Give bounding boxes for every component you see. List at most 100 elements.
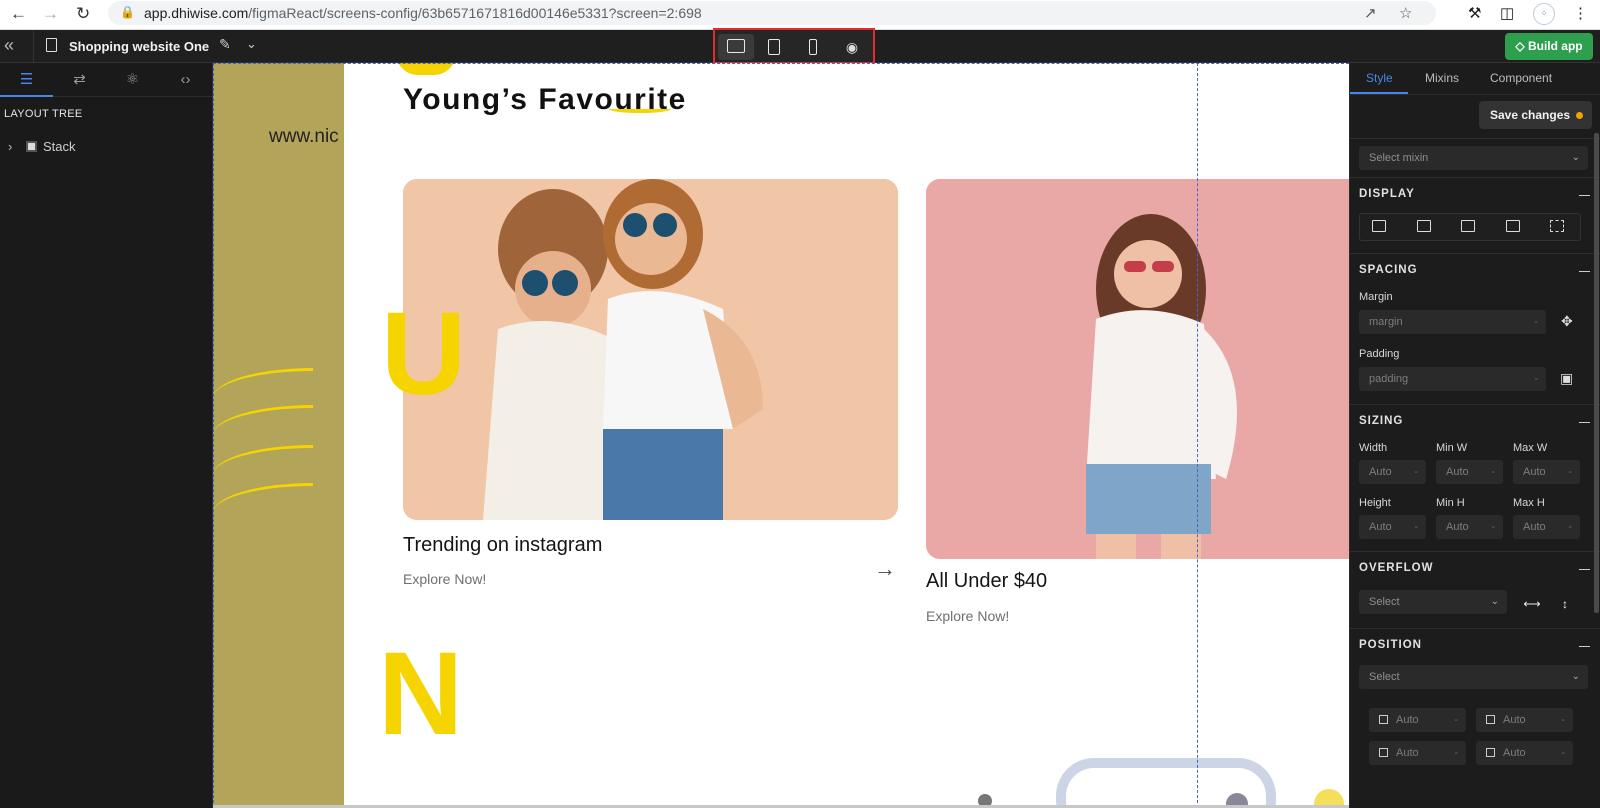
display-none-icon[interactable] (1550, 220, 1564, 232)
width-label: Width (1359, 442, 1388, 454)
back-icon[interactable]: ← (10, 4, 27, 24)
display-grid-icon[interactable] (1461, 220, 1475, 232)
overflow-y-icon[interactable]: ↕ (1550, 593, 1580, 615)
height-input[interactable]: Auto - (1359, 515, 1426, 539)
top-edge-icon (1379, 715, 1388, 724)
left-panel-tabs: ☰ ⇄ ⚛ ‹› (0, 63, 212, 97)
display-heading: DISPLAY (1359, 188, 1415, 200)
vertical-scrollbar[interactable] (1594, 133, 1599, 613)
extensions-icon[interactable]: ⚒ (1468, 4, 1481, 22)
chevron-right-icon[interactable]: › (8, 139, 18, 154)
display-inline-icon[interactable] (1506, 220, 1520, 232)
bookmark-star-icon[interactable]: ☆ (1399, 4, 1412, 22)
max-height-input[interactable]: Auto - (1513, 515, 1580, 539)
mixin-select[interactable]: Select mixin ⌄ (1359, 146, 1588, 170)
display-block-icon[interactable] (1372, 220, 1386, 232)
min-width-input[interactable]: Auto - (1436, 460, 1503, 484)
collapse-icon[interactable] (1579, 271, 1590, 272)
arrow-right-icon[interactable]: → (874, 556, 896, 582)
explore-link[interactable]: Explore Now! (403, 571, 486, 587)
build-app-button[interactable]: ◇ Build app (1505, 33, 1593, 60)
max-height-label: Max H (1513, 497, 1545, 509)
right-edge-icon (1486, 715, 1495, 724)
collapse-icon[interactable] (1579, 646, 1590, 647)
overflow-heading: OVERFLOW (1359, 562, 1434, 574)
layers-tree-icon: ☰ (19, 71, 34, 88)
divider (1350, 177, 1600, 178)
device-switcher: ◉ (713, 28, 875, 64)
browser-menu-icon[interactable]: ⋮ (1573, 4, 1588, 22)
olive-side-panel (213, 63, 344, 808)
tab-layout-tree[interactable]: ☰ (0, 63, 53, 97)
card-image-instagram[interactable] (403, 179, 898, 520)
tree-node-label: Stack (43, 139, 76, 154)
sizing-heading: SIZING (1359, 415, 1404, 427)
browser-toolbar: ← → ↻ 🔒 app.dhiwise.com/figmaReact/scree… (0, 0, 1600, 30)
desktop-view-button[interactable] (718, 34, 754, 60)
mobile-view-button[interactable] (795, 34, 831, 60)
tab-mixins[interactable]: Mixins (1425, 71, 1459, 85)
tab-react[interactable]: ⚛ (106, 63, 159, 97)
design-canvas[interactable]: www.nic Young’s Favourite Trending on in… (213, 63, 1349, 808)
width-input[interactable]: Auto - (1359, 460, 1426, 484)
woman-photo (926, 179, 1349, 559)
lock-icon: 🔒 (120, 5, 135, 19)
overflow-x-icon[interactable]: ⟷ (1517, 593, 1547, 615)
tab-sync[interactable]: ⇄ (53, 63, 106, 97)
min-height-input[interactable]: Auto - (1436, 515, 1503, 539)
max-width-label: Max W (1513, 442, 1548, 454)
tablet-view-button[interactable] (756, 34, 792, 60)
divider (1350, 551, 1600, 552)
decorative-letter: U (381, 288, 467, 420)
margin-input[interactable]: margin - (1359, 310, 1546, 334)
profile-avatar[interactable]: ○ (1533, 3, 1555, 25)
sidepanel-icon[interactable]: ◫ (1500, 4, 1514, 22)
min-width-label: Min W (1436, 442, 1468, 454)
forward-icon[interactable]: → (42, 4, 59, 24)
bottom-position-input[interactable]: Auto - (1369, 741, 1466, 765)
padding-input[interactable]: padding - (1359, 367, 1546, 391)
tab-style[interactable]: Style (1366, 71, 1393, 85)
style-panel-tabs: Style Mixins Component (1350, 63, 1600, 95)
selection-guide (1197, 63, 1198, 808)
collapse-sidebar-icon[interactable]: « (4, 35, 14, 56)
position-select[interactable]: Select ⌄ (1359, 665, 1588, 689)
divider (1350, 628, 1600, 629)
collapse-icon[interactable] (1579, 569, 1590, 570)
layout-tree-heading: LAYOUT TREE (4, 108, 83, 120)
move-icon[interactable]: ✥ (1561, 313, 1573, 330)
margin-label: Margin (1359, 291, 1393, 303)
style-panel: Style Mixins Component Save changes Sele… (1349, 63, 1600, 808)
left-sidebar: ☰ ⇄ ⚛ ‹› LAYOUT TREE › Stack (0, 63, 213, 808)
address-bar[interactable]: 🔒 app.dhiwise.com/figmaReact/screens-con… (108, 1, 1436, 25)
collapse-icon[interactable] (1579, 195, 1590, 196)
tab-code[interactable]: ‹› (159, 63, 212, 97)
max-width-input[interactable]: Auto - (1513, 460, 1580, 484)
display-options (1359, 213, 1581, 241)
tree-node-stack[interactable]: › Stack (8, 139, 76, 154)
active-tab-indicator (1350, 92, 1408, 94)
overflow-select[interactable]: Select ⌄ (1359, 590, 1507, 614)
chevron-down-icon: ⌄ (1490, 596, 1499, 607)
share-icon[interactable]: ↗ (1364, 4, 1377, 22)
tab-component[interactable]: Component (1490, 71, 1552, 85)
right-position-input[interactable]: Auto - (1476, 708, 1573, 732)
chevron-down-icon[interactable]: ⌄ (246, 36, 257, 52)
card-image-under-40[interactable] (926, 179, 1349, 559)
left-position-input[interactable]: Auto - (1476, 741, 1573, 765)
explore-link[interactable]: Explore Now! (926, 608, 1009, 624)
top-position-input[interactable]: Auto - (1369, 708, 1466, 732)
decorative-letter: N (378, 628, 464, 760)
padding-box-icon[interactable]: ▣ (1560, 370, 1573, 387)
padding-label: Padding (1359, 348, 1400, 360)
reload-icon[interactable]: ↻ (76, 4, 90, 24)
preview-button[interactable]: ◉ (834, 34, 870, 60)
divider (33, 30, 34, 63)
layers-icon: ◇ (1515, 39, 1525, 53)
divider (1350, 138, 1600, 139)
edit-icon[interactable]: ✎ (219, 36, 231, 53)
save-changes-button[interactable]: Save changes (1479, 101, 1592, 129)
collapse-icon[interactable] (1579, 422, 1590, 423)
laptop-icon (727, 39, 745, 53)
display-flex-icon[interactable] (1417, 220, 1431, 232)
